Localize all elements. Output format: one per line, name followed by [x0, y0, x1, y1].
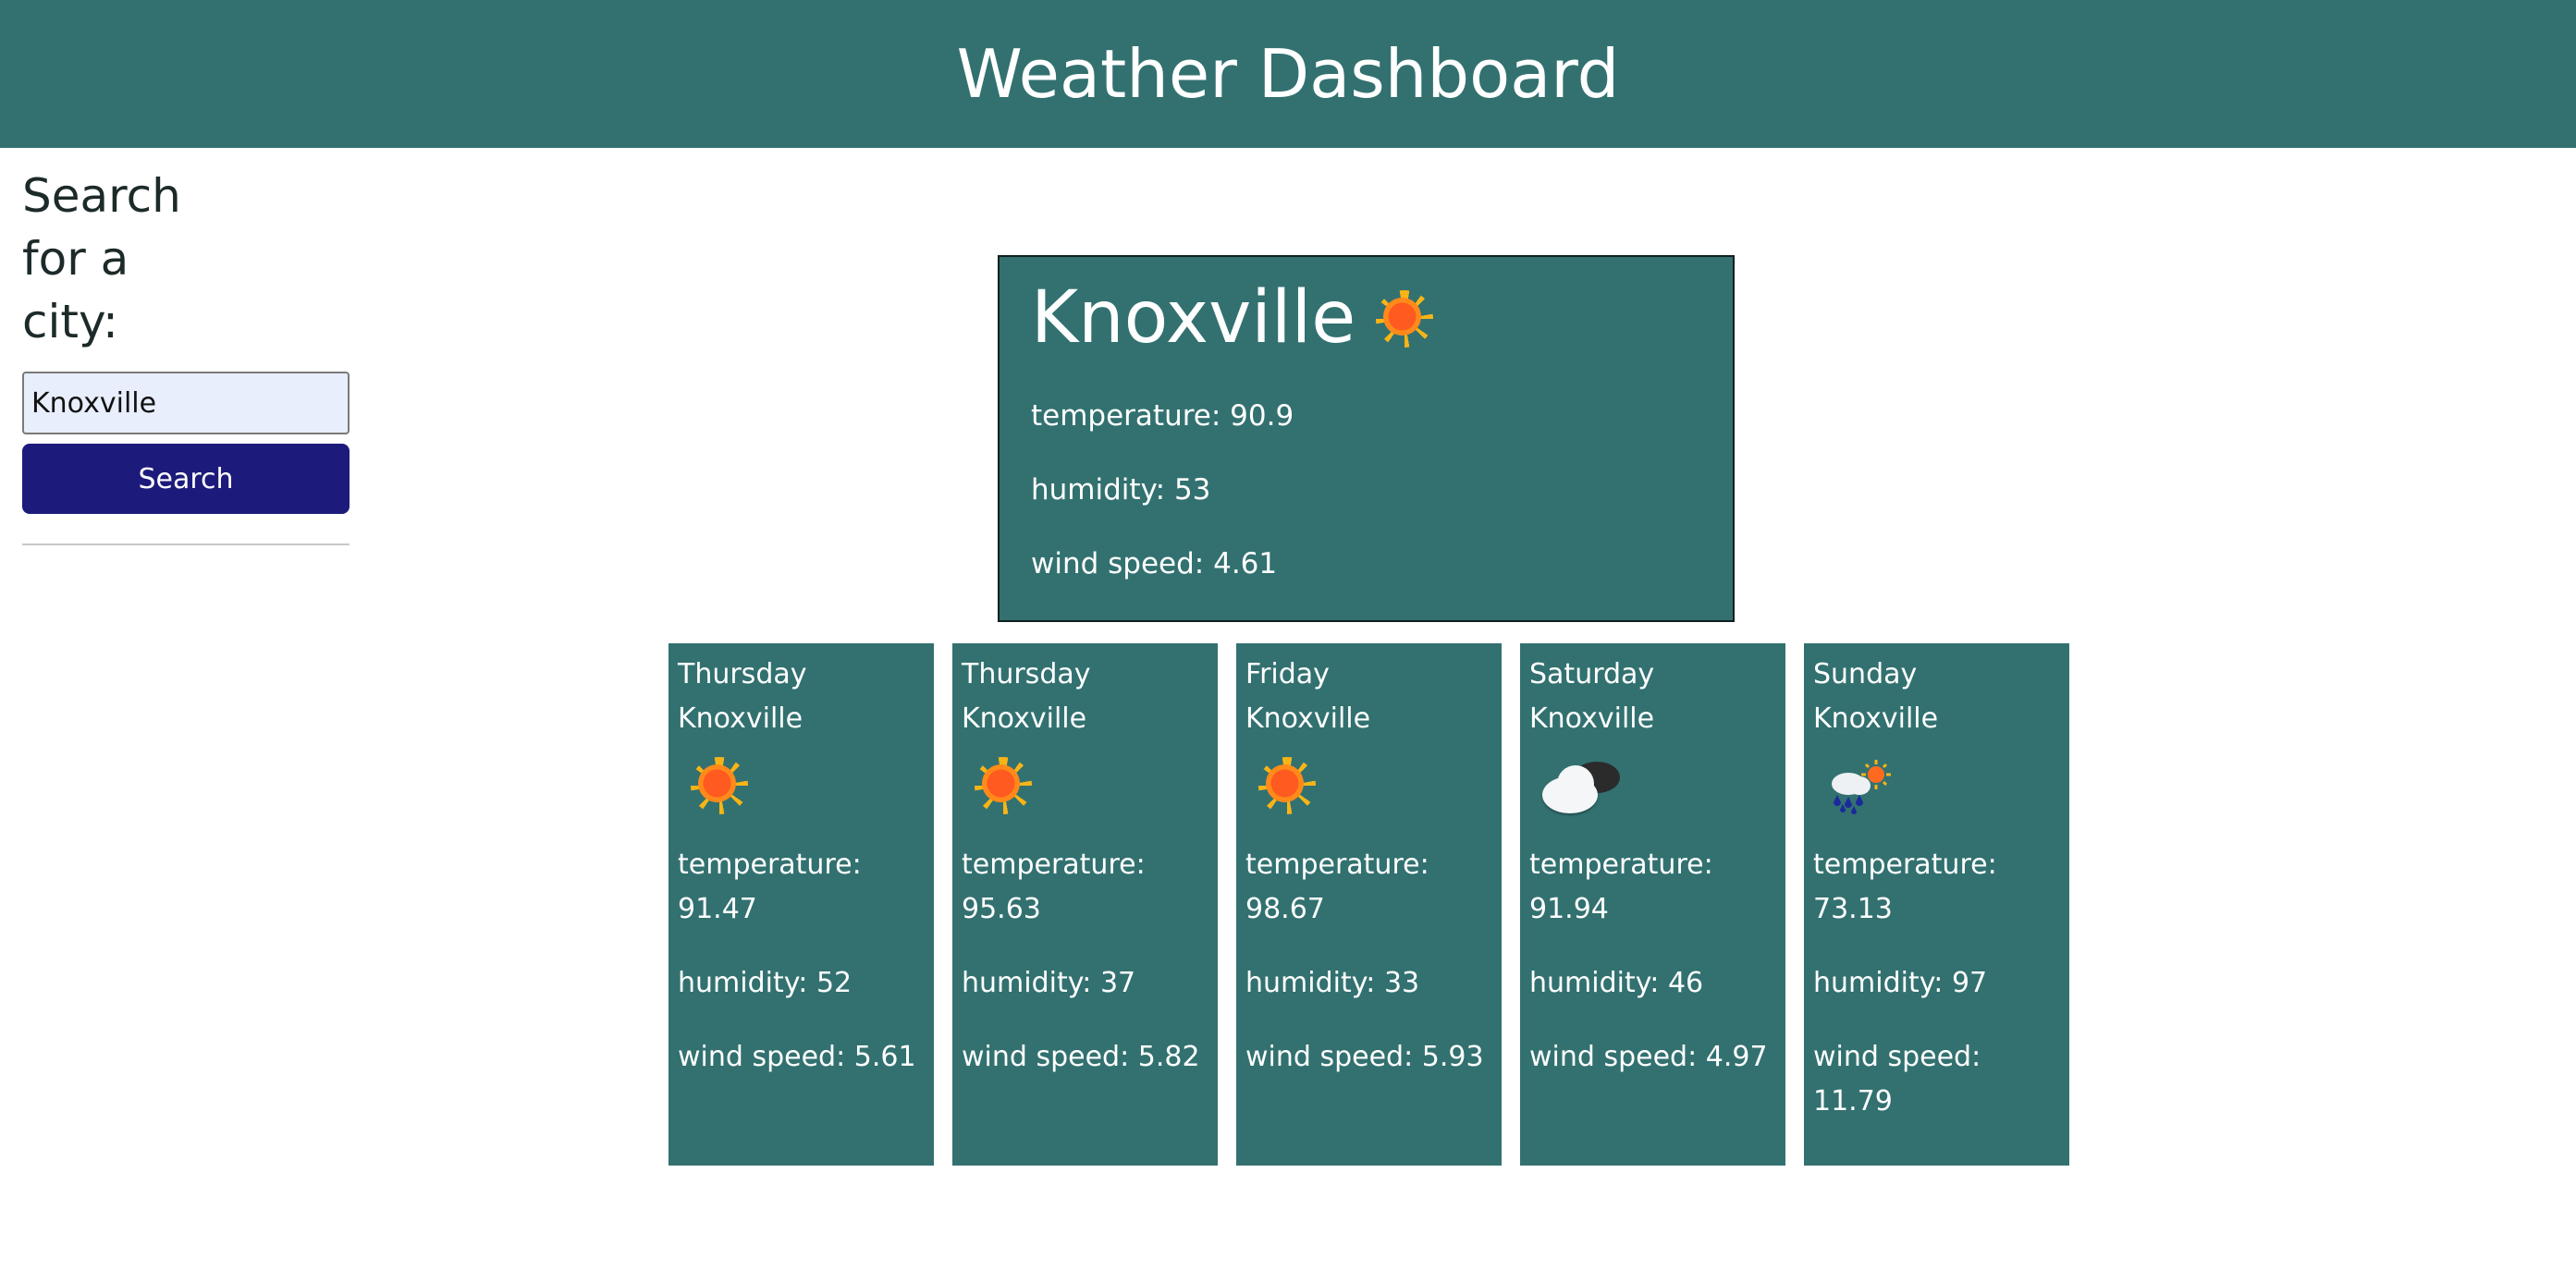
sun-icon	[1376, 290, 1434, 348]
forecast-temperature: 95.63	[962, 893, 1041, 925]
cloud-icon	[1537, 762, 1620, 813]
current-humidity: humidity: 53	[1031, 473, 1211, 507]
forecast-city: Knoxville	[1529, 702, 1655, 735]
forecast-temperature-label: temperature:	[962, 849, 1146, 881]
search-sidebar: Search for a city: Search	[22, 165, 350, 545]
forecast-wind-speed: wind speed: 4.97	[1529, 1041, 1768, 1073]
forecast-wind-speed: wind speed: 5.82	[962, 1041, 1200, 1073]
page-header: Weather Dashboard	[0, 0, 2576, 148]
city-search-input[interactable]	[22, 372, 350, 434]
forecast-city: Knoxville	[962, 702, 1087, 735]
forecast-day: Friday	[1245, 658, 1330, 690]
forecast-row: Thursday Knoxville temperature: 91.47 hu…	[669, 643, 2069, 1166]
forecast-card: Friday Knoxville temperature: 98.67 humi…	[1236, 643, 1502, 1166]
current-wind-speed: wind speed: 4.61	[1031, 547, 1278, 580]
rain-sun-icon	[1832, 760, 1891, 814]
current-city: Knoxville	[1031, 276, 1356, 360]
forecast-temperature: 73.13	[1813, 893, 1893, 925]
forecast-city: Knoxville	[678, 702, 803, 735]
forecast-day: Saturday	[1529, 658, 1655, 690]
forecast-day: Thursday	[678, 658, 807, 690]
page-title: Weather Dashboard	[956, 35, 1620, 113]
divider	[22, 543, 350, 545]
sun-icon	[975, 757, 1032, 814]
forecast-day: Sunday	[1813, 658, 1918, 690]
forecast-wind-speed: wind speed: 11.79	[1813, 1041, 1981, 1117]
forecast-temperature: 91.47	[678, 893, 757, 925]
forecast-temperature-label: temperature:	[1813, 849, 1997, 881]
forecast-temperature-label: temperature:	[678, 849, 862, 881]
forecast-humidity: humidity: 33	[1245, 967, 1420, 999]
forecast-wind-speed: wind speed: 5.61	[678, 1041, 916, 1073]
forecast-city: Knoxville	[1813, 702, 1939, 735]
search-label: Search for a city:	[22, 169, 181, 348]
forecast-humidity: humidity: 52	[678, 967, 853, 999]
forecast-card: Thursday Knoxville temperature: 91.47 hu…	[669, 643, 934, 1166]
forecast-card: Saturday Knoxville temperature: 91.94 hu…	[1520, 643, 1785, 1166]
current-weather-card: Knoxville temperature: 90.9 humidity: 53…	[998, 255, 1735, 622]
forecast-card: Thursday Knoxville temperature: 95.63 hu…	[952, 643, 1218, 1166]
forecast-city: Knoxville	[1245, 702, 1371, 735]
forecast-temperature: 98.67	[1245, 893, 1325, 925]
sun-icon	[1258, 757, 1316, 814]
forecast-day: Thursday	[962, 658, 1091, 690]
sun-icon	[691, 757, 748, 814]
current-temperature: temperature: 90.9	[1031, 399, 1294, 433]
forecast-wind-speed: wind speed: 5.93	[1245, 1041, 1484, 1073]
forecast-humidity: humidity: 37	[962, 967, 1136, 999]
forecast-temperature-label: temperature:	[1529, 849, 1713, 881]
forecast-temperature: 91.94	[1529, 893, 1609, 925]
forecast-temperature-label: temperature:	[1245, 849, 1429, 881]
forecast-card: Sunday Knoxville temperature: 73.13 humi…	[1804, 643, 2069, 1166]
forecast-humidity: humidity: 97	[1813, 967, 1988, 999]
search-button[interactable]: Search	[22, 444, 350, 514]
forecast-humidity: humidity: 46	[1529, 967, 1704, 999]
